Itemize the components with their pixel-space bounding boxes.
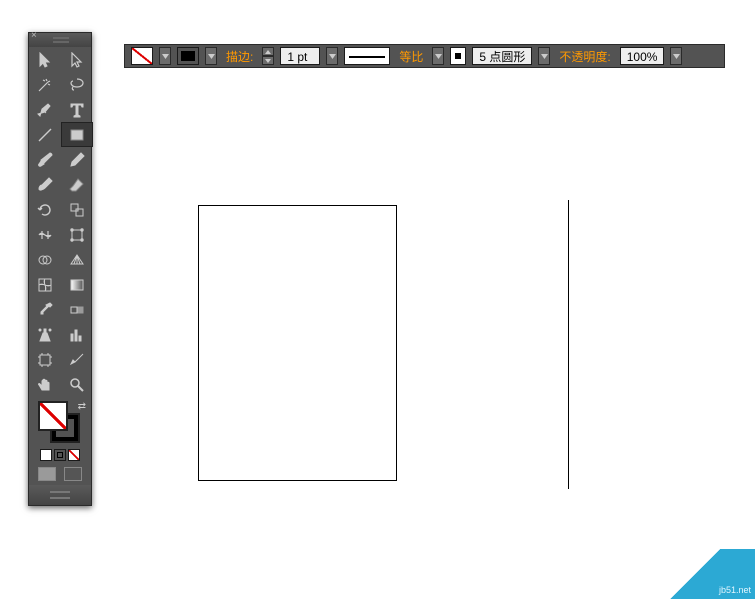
direct-selection-tool[interactable] <box>61 47 93 72</box>
slice-tool[interactable] <box>61 347 93 372</box>
stroke-scale-dropdown[interactable] <box>432 47 444 65</box>
stroke-style-preview[interactable] <box>344 47 390 65</box>
column-graph-tool[interactable] <box>61 322 93 347</box>
blob-brush-tool[interactable] <box>29 172 61 197</box>
eraser-tool[interactable] <box>61 172 93 197</box>
rotate-tool[interactable] <box>29 197 61 222</box>
selection-tool[interactable] <box>29 47 61 72</box>
tools-header[interactable]: × <box>29 33 91 47</box>
swap-fill-stroke-icon[interactable]: ⇄ <box>78 401 86 412</box>
fill-dropdown[interactable] <box>159 47 171 65</box>
color-mode-solid[interactable] <box>40 449 52 461</box>
mesh-tool[interactable] <box>29 272 61 297</box>
hand-tool[interactable] <box>29 372 61 397</box>
stroke-weight-stepper[interactable] <box>262 47 274 65</box>
magic-wand-tool[interactable] <box>29 72 61 97</box>
drawn-rectangle[interactable] <box>198 205 397 481</box>
tool-grid <box>29 47 91 397</box>
opacity-dropdown[interactable] <box>670 47 682 65</box>
brush-definition-input[interactable]: 5 点圆形 <box>472 47 532 65</box>
lasso-tool[interactable] <box>61 72 93 97</box>
brush-dropdown[interactable] <box>538 47 550 65</box>
zoom-tool[interactable] <box>61 372 93 397</box>
collapse-icon[interactable] <box>53 37 69 43</box>
stepper-up-icon[interactable] <box>262 47 274 56</box>
stroke-dropdown[interactable] <box>205 47 217 65</box>
drag-handle-icon <box>50 491 70 499</box>
stroke-weight-label: 描边: <box>223 48 256 65</box>
watermark-text: jb51.net <box>719 585 751 595</box>
stroke-weight-dropdown[interactable] <box>326 47 338 65</box>
pencil-tool[interactable] <box>61 147 93 172</box>
drawn-line[interactable] <box>568 200 569 489</box>
stroke-weight-input[interactable]: 1 pt <box>280 47 320 65</box>
fill-swatch-none[interactable] <box>131 47 153 65</box>
color-mode-none[interactable] <box>68 449 80 461</box>
gradient-tool[interactable] <box>61 272 93 297</box>
options-bar: 描边: 1 pt 等比 5 点圆形 不透明度: 100% <box>124 44 725 68</box>
screen-mode-row <box>29 463 91 485</box>
eyedropper-tool[interactable] <box>29 297 61 322</box>
normal-screen-mode-icon[interactable] <box>38 467 56 481</box>
panel-footer[interactable] <box>29 485 91 505</box>
shape-builder-tool[interactable] <box>29 247 61 272</box>
stroke-swatch-black[interactable] <box>177 47 199 65</box>
color-mode-gradient[interactable] <box>54 449 66 461</box>
paintbrush-tool[interactable] <box>29 147 61 172</box>
scale-tool[interactable] <box>61 197 93 222</box>
opacity-label: 不透明度: <box>556 48 613 65</box>
stroke-scale-label: 等比 <box>396 48 426 65</box>
color-section: ⇄ <box>29 397 91 463</box>
pen-tool[interactable] <box>29 97 61 122</box>
brush-preview-icon[interactable] <box>450 47 466 65</box>
close-icon[interactable]: × <box>31 30 37 41</box>
opacity-input[interactable]: 100% <box>620 47 665 65</box>
stepper-down-icon[interactable] <box>262 56 274 65</box>
line-segment-tool[interactable] <box>29 122 61 147</box>
tools-panel: × <box>28 32 92 506</box>
blend-tool[interactable] <box>61 297 93 322</box>
width-tool[interactable] <box>29 222 61 247</box>
fill-color-swatch[interactable] <box>38 401 68 431</box>
fill-stroke-swatches[interactable]: ⇄ <box>38 401 82 445</box>
full-screen-mode-icon[interactable] <box>64 467 82 481</box>
watermark: jb51.net <box>635 549 755 599</box>
symbol-sprayer-tool[interactable] <box>29 322 61 347</box>
artboard-tool[interactable] <box>29 347 61 372</box>
rectangle-tool[interactable] <box>61 122 93 147</box>
type-tool[interactable] <box>61 97 93 122</box>
free-transform-tool[interactable] <box>61 222 93 247</box>
perspective-grid-tool[interactable] <box>61 247 93 272</box>
